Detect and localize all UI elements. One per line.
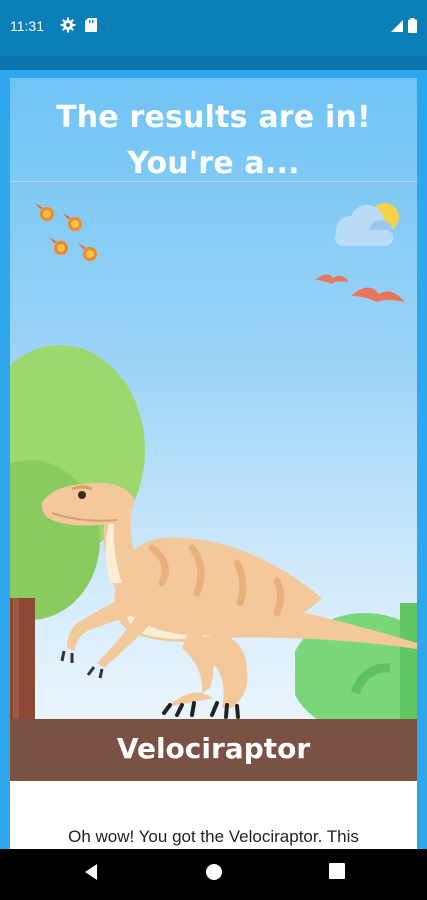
result-illustration: The results are in! You're a...	[10, 78, 417, 720]
status-bar: 11:31	[0, 0, 427, 56]
weather-icon	[335, 203, 399, 246]
sd-card-icon	[85, 18, 97, 32]
recents-icon[interactable]	[328, 862, 346, 880]
meteors-icon	[35, 203, 97, 261]
result-card: The results are in! You're a... Velocira…	[10, 78, 417, 849]
signal-icon	[391, 19, 403, 32]
battery-icon	[408, 18, 417, 33]
dinosaur-name: Velociraptor	[116, 732, 311, 765]
status-time: 11:31	[10, 18, 44, 34]
app-toolbar	[0, 56, 427, 70]
velociraptor-illustration	[41, 482, 417, 719]
results-headline: The results are in!	[56, 100, 371, 135]
result-name-bar: Velociraptor	[10, 719, 417, 781]
home-icon[interactable]	[204, 862, 224, 882]
gear-icon	[60, 17, 76, 33]
result-description-area: Oh wow! You got the Velociraptor. This	[10, 781, 417, 849]
results-subheadline: You're a...	[127, 146, 300, 181]
headline-divider	[10, 181, 417, 182]
navigation-bar	[0, 849, 427, 900]
result-description: Oh wow! You got the Velociraptor. This	[68, 827, 359, 846]
pterodactyl-icon	[315, 274, 405, 302]
back-icon[interactable]	[82, 862, 100, 882]
